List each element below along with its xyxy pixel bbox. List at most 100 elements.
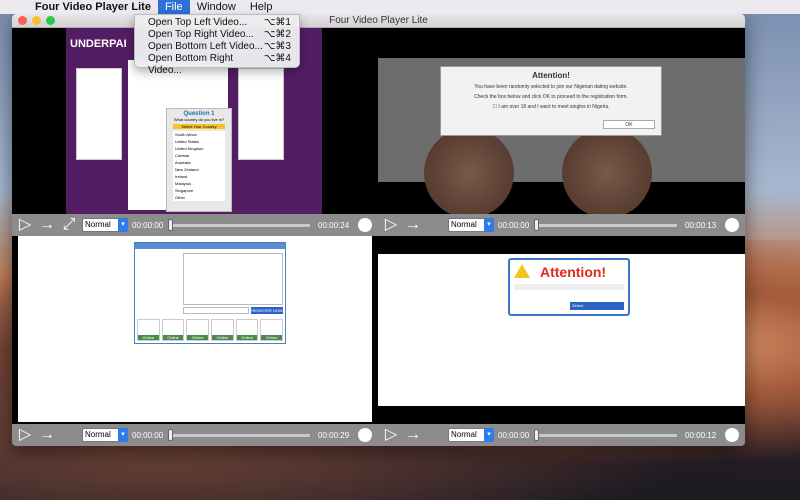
country-option[interactable]: Singapore: [175, 187, 225, 194]
speed-select[interactable]: Normal ▾: [82, 428, 128, 442]
chevron-down-icon: ▾: [118, 428, 128, 442]
arrow-right-icon[interactable]: →: [38, 217, 56, 233]
dialog-title: Attention!: [532, 71, 570, 80]
chat-log: [183, 253, 283, 305]
attention-popup: Attention! Select: [508, 258, 630, 316]
control-bar-top-right: ▷ → Normal ▾ 00:00:00 00:00:13: [378, 214, 745, 236]
country-option[interactable]: Other: [175, 194, 225, 201]
speed-select[interactable]: Normal ▾: [82, 218, 128, 232]
video-bottom-left[interactable]: REGISTER NOW Online Online Online Online…: [18, 236, 372, 422]
duration: 00:00:13: [685, 220, 717, 230]
attention-dialog: Attention! You have been randomly select…: [440, 66, 662, 136]
volume-knob[interactable]: [358, 218, 372, 232]
country-select[interactable]: Select Your Country: [173, 124, 225, 129]
play-icon[interactable]: ▷: [16, 427, 34, 443]
speed-select[interactable]: Normal ▾: [448, 428, 494, 442]
current-time: 00:00:00: [132, 220, 164, 230]
seek-bar[interactable]: [534, 428, 677, 441]
chat-input[interactable]: [183, 307, 249, 314]
country-list[interactable]: South Africa United States United Kingdom C…: [173, 131, 225, 201]
popup-headline: Attention!: [540, 264, 607, 280]
arrow-right-icon[interactable]: →: [38, 427, 56, 443]
country-option[interactable]: Australia: [175, 159, 225, 166]
volume-knob[interactable]: [725, 428, 739, 442]
popup-text: [514, 284, 624, 290]
country-option[interactable]: Canada: [175, 152, 225, 159]
menu-bar: Four Video Player Lite File Window Help: [0, 0, 800, 14]
country-option[interactable]: South Africa: [175, 131, 225, 138]
chevron-down-icon: ▾: [118, 218, 128, 232]
window-title: Four Video Player Lite: [329, 15, 428, 26]
chat-header: [135, 243, 285, 249]
banner-text: UNDERPAI: [70, 38, 127, 50]
seek-knob[interactable]: [168, 218, 173, 231]
left-panel: [76, 68, 122, 160]
seek-knob[interactable]: [534, 428, 539, 441]
arrow-right-icon[interactable]: →: [404, 217, 422, 233]
seek-knob[interactable]: [534, 218, 539, 231]
popup-select[interactable]: Select: [570, 302, 624, 310]
chevron-down-icon: ▾: [484, 428, 494, 442]
menu-item-open-top-left[interactable]: Open Top Left Video... ⌥⌘1: [135, 17, 299, 29]
zoom-button[interactable]: [46, 16, 55, 25]
control-bar-bottom-left: ▷ → Normal ▾ 00:00:00 00:00:29: [12, 424, 378, 446]
video-top-right[interactable]: Attention! You have been randomly select…: [378, 28, 745, 214]
country-option[interactable]: United States: [175, 138, 225, 145]
video-bottom-right[interactable]: Attention! Select: [378, 236, 745, 422]
seek-knob[interactable]: [168, 428, 173, 441]
seek-bar[interactable]: [534, 218, 677, 231]
volume-knob[interactable]: [725, 218, 739, 232]
current-time: 00:00:00: [498, 220, 530, 230]
play-icon[interactable]: ▷: [382, 427, 400, 443]
duration: 00:00:12: [685, 430, 717, 440]
question-card: Question 1 What country do you live in? …: [166, 108, 232, 212]
arrow-right-icon[interactable]: →: [404, 427, 422, 443]
dialog-checkbox[interactable]: ☐ I am over 18 and I want to meet single…: [441, 104, 661, 110]
dialog-line1: You have been randomly selected to join …: [474, 84, 628, 90]
menu-file[interactable]: File: [157, 0, 190, 14]
play-icon[interactable]: ▷: [16, 217, 34, 233]
country-option[interactable]: Ireland: [175, 173, 225, 180]
ok-button[interactable]: OK: [603, 120, 655, 129]
duration: 00:00:29: [318, 430, 350, 440]
menu-app-name[interactable]: Four Video Player Lite: [28, 0, 158, 14]
menu-window[interactable]: Window: [190, 0, 243, 14]
country-option[interactable]: Malaysia: [175, 180, 225, 187]
fullscreen-icon[interactable]: ⤢: [60, 217, 78, 233]
volume-knob[interactable]: [358, 428, 372, 442]
register-button[interactable]: REGISTER NOW: [251, 307, 283, 314]
country-option[interactable]: United Kingdom: [175, 145, 225, 152]
seek-bar[interactable]: [168, 428, 310, 441]
question-text: What country do you live in?: [173, 117, 225, 122]
file-menu-dropdown: Open Top Left Video... ⌥⌘1 Open Top Right…: [134, 14, 300, 76]
menu-item-open-bottom-left[interactable]: Open Bottom Left Video... ⌥⌘3: [135, 41, 299, 53]
pane-bottom-right: Attention! Select ▷ → Normal ▾ 00:00:00 0…: [378, 236, 745, 446]
seek-bar[interactable]: [168, 218, 310, 231]
title-bar: Four Video Player Lite: [12, 14, 745, 28]
warning-icon: [514, 264, 530, 278]
close-button[interactable]: [18, 16, 27, 25]
pane-top-right: Attention! You have been randomly select…: [378, 28, 745, 236]
dialog-line2: Check the box below and click OK to proc…: [474, 94, 628, 100]
current-time: 00:00:00: [132, 430, 164, 440]
play-icon[interactable]: ▷: [382, 217, 400, 233]
menu-help[interactable]: Help: [243, 0, 280, 14]
user-tiles: Online Online Online Online Online Onlin…: [137, 319, 284, 341]
main-window: Four Video Player Lite UNDERPAI Question…: [12, 14, 745, 446]
duration: 00:00:24: [318, 220, 350, 230]
current-time: 00:00:00: [498, 430, 530, 440]
right-panel: [238, 68, 284, 160]
menu-item-open-top-right[interactable]: Open Top Right Video... ⌥⌘2: [135, 29, 299, 41]
chevron-down-icon: ▾: [484, 218, 494, 232]
control-bar-top-left: ▷ → ⤢ Normal ▾ 00:00:00 00:00:24: [12, 214, 378, 236]
chat-widget: REGISTER NOW Online Online Online Online…: [134, 242, 286, 344]
menu-item-open-bottom-right[interactable]: Open Bottom Right Video... ⌥⌘4: [135, 53, 299, 76]
dim-overlay: Attention! You have been randomly select…: [378, 58, 745, 214]
pane-bottom-left: REGISTER NOW Online Online Online Online…: [12, 236, 378, 446]
profile-photo-right: [562, 128, 652, 214]
country-option[interactable]: New Zealand: [175, 166, 225, 173]
minimize-button[interactable]: [32, 16, 41, 25]
speed-select[interactable]: Normal ▾: [448, 218, 494, 232]
page-area: Attention! Select: [378, 254, 745, 406]
control-bar-bottom-right: ▷ → Normal ▾ 00:00:00 00:00:12: [378, 424, 745, 446]
